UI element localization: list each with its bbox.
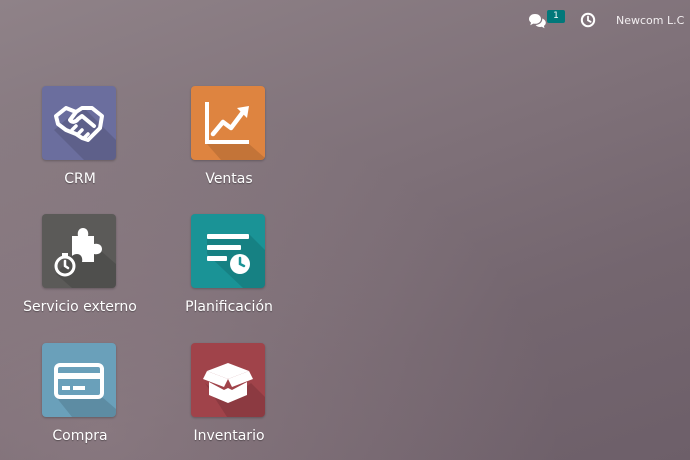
app-label: CRM (64, 171, 96, 187)
app-label: Inventario (193, 428, 265, 444)
open-box-icon (203, 363, 253, 403)
app-icon-tile (42, 343, 116, 417)
puzzle-stopwatch-icon (54, 228, 102, 277)
messages-menu[interactable]: 1 (528, 10, 568, 32)
trend-chart-icon (205, 102, 249, 144)
app-icon-tile (42, 86, 116, 160)
app-planificacion[interactable]: Planificación (154, 214, 304, 334)
top-bar: 1 Newcom L.C (0, 0, 690, 40)
app-label: Servicio externo (23, 299, 137, 315)
activity-menu[interactable] (580, 12, 596, 28)
app-label: Planificación (185, 299, 273, 315)
company-switcher[interactable]: Newcom L.C (616, 14, 684, 28)
app-inventario[interactable]: Inventario (154, 343, 304, 460)
app-servicio-externo[interactable]: Servicio externo (5, 214, 155, 334)
app-label: Compra (52, 428, 108, 444)
clock-icon (580, 12, 596, 28)
app-icon-tile (191, 343, 265, 417)
planning-list-clock-icon (207, 234, 250, 274)
handshake-icon (54, 106, 104, 142)
app-icon-tile (191, 86, 265, 160)
app-crm[interactable]: CRM (5, 86, 155, 206)
app-compra[interactable]: Compra (5, 343, 155, 460)
app-icon-tile (191, 214, 265, 288)
app-label: Ventas (205, 171, 253, 187)
chat-bubbles-icon (529, 14, 546, 29)
app-ventas[interactable]: Ventas (154, 86, 304, 206)
credit-card-icon (54, 363, 104, 399)
messages-count-badge: 1 (547, 10, 565, 23)
app-icon-tile (42, 214, 116, 288)
